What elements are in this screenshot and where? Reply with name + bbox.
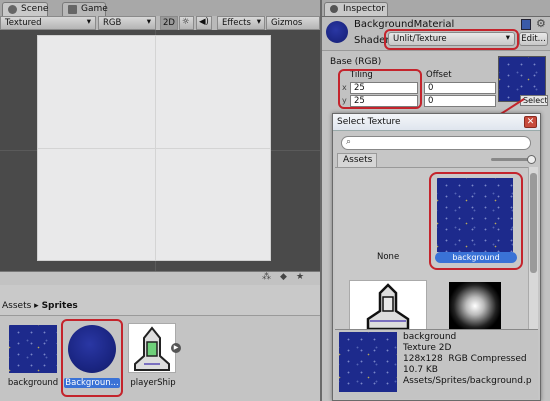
- background-quad[interactable]: [37, 35, 271, 261]
- play-circle-icon[interactable]: ▶: [171, 343, 181, 353]
- dropdown-arrow-icon: ▾: [256, 17, 261, 27]
- info-icon: [330, 5, 338, 13]
- shader-value: Unlit/Texture: [393, 34, 447, 44]
- details-name: background: [403, 332, 457, 342]
- tab-inspector-label: Inspector: [343, 4, 385, 14]
- help-book-icon[interactable]: [521, 19, 531, 30]
- audio-toggle[interactable]: ◀): [196, 16, 212, 30]
- close-icon[interactable]: ✕: [524, 116, 537, 128]
- asset-label-selected: Backgroun...: [64, 378, 120, 388]
- breadcrumb: Assets ▸ Sprites: [2, 301, 78, 311]
- window-title: Select Texture: [337, 117, 401, 127]
- quad-center-line-h: [38, 148, 270, 149]
- offset-label: Offset: [426, 70, 452, 80]
- material-preview-icon: [326, 21, 348, 43]
- breadcrumb-separator-icon: ▸: [34, 301, 42, 311]
- shader-dropdown[interactable]: Unlit/Texture ▾: [388, 32, 515, 46]
- ship-sprite-icon: [128, 323, 176, 373]
- scrollbar-thumb[interactable]: [530, 173, 537, 273]
- asset-item[interactable]: background: [8, 323, 58, 391]
- asset-item[interactable]: ▶ playerShip: [128, 323, 181, 391]
- game-icon: [68, 5, 77, 14]
- sun-icon: ☼: [182, 17, 190, 27]
- tab-inspector[interactable]: Inspector: [324, 2, 388, 16]
- edit-shader-button[interactable]: Edit...: [519, 32, 548, 46]
- details-size: 10.7 KB: [403, 365, 438, 375]
- scene-viewport[interactable]: [0, 30, 320, 271]
- texture-grid-scrollbar[interactable]: [528, 167, 538, 329]
- tiling-highlight: [338, 69, 422, 109]
- dropdown-arrow-icon: ▾: [505, 33, 510, 43]
- favorites-star-icon[interactable]: ★: [296, 272, 304, 282]
- select-texture-window: Select Texture ✕ ⌕ Assets None backgroun…: [332, 113, 541, 401]
- scene-icon: [8, 5, 17, 14]
- offset-x-field[interactable]: 0: [424, 82, 496, 94]
- gear-icon[interactable]: ⚙: [536, 17, 546, 30]
- project-asset-area: background Backgroun... ▶ playerShip: [0, 316, 320, 401]
- assets-tab-label: Assets: [343, 155, 373, 165]
- render-mode-dropdown[interactable]: Textured ▾: [0, 16, 96, 30]
- inspector-tabbar: Inspector: [322, 0, 550, 17]
- mode-2d-label: 2D: [163, 18, 175, 28]
- default-particle-thumbnail[interactable]: [449, 282, 501, 329]
- details-type: Texture 2D: [403, 343, 452, 353]
- gizmos-label: Gizmos: [271, 18, 303, 28]
- tab-scene-label: Scene: [21, 4, 49, 14]
- filter-by-label-icon[interactable]: ◆: [280, 272, 287, 282]
- lighting-toggle[interactable]: ☼: [179, 16, 194, 30]
- gizmos-dropdown[interactable]: Gizmos: [266, 16, 320, 30]
- tab-game-label: Game: [81, 4, 108, 14]
- render-mode-value: Textured: [5, 18, 42, 28]
- color-mode-value: RGB: [103, 18, 122, 28]
- project-toolbar-icons: ⁂ ◆ ★: [258, 272, 320, 284]
- details-path: Assets/Sprites/background.p: [403, 376, 532, 386]
- details-info: 128x128 RGB Compressed: [403, 354, 527, 364]
- effects-label: Effects: [222, 18, 251, 28]
- material-sphere-icon: [68, 325, 116, 373]
- asset-item[interactable]: Backgroun...: [64, 323, 120, 391]
- filter-by-type-icon[interactable]: ⁂: [262, 272, 271, 282]
- window-titlebar[interactable]: Select Texture ✕: [333, 114, 540, 131]
- zoom-slider-thumb[interactable]: [527, 155, 536, 164]
- details-texture-preview: [339, 332, 397, 392]
- quad-center-line-v: [155, 36, 156, 260]
- search-input[interactable]: ⌕: [341, 136, 531, 150]
- breadcrumb-assets[interactable]: Assets: [2, 301, 31, 311]
- effects-dropdown[interactable]: Effects ▾: [217, 16, 265, 30]
- zoom-slider[interactable]: [491, 155, 536, 164]
- dropdown-arrow-icon: ▾: [86, 17, 91, 27]
- texture-thumbnail-icon: [9, 325, 57, 373]
- project-breadcrumb-bar: Assets ▸ Sprites: [0, 285, 320, 316]
- texture-details-panel: background Texture 2D 128x128 RGB Compre…: [335, 329, 538, 399]
- color-mode-dropdown[interactable]: RGB ▾: [98, 16, 156, 30]
- tab-game[interactable]: Game: [62, 2, 108, 16]
- background-texture-thumbnail[interactable]: [437, 178, 513, 252]
- base-rgb-label: Base (RGB): [330, 57, 382, 67]
- mode-2d-toggle[interactable]: 2D: [160, 16, 178, 30]
- tab-scene[interactable]: Scene: [2, 2, 48, 16]
- search-icon: ⌕: [346, 137, 352, 147]
- scene-tabbar: Scene Game: [0, 0, 320, 17]
- dropdown-arrow-icon: ▾: [146, 17, 151, 27]
- selected-texture-label: background: [435, 252, 517, 263]
- texture-grid: None background: [335, 167, 528, 329]
- asset-label: playerShip: [130, 378, 176, 388]
- asset-label: background: [7, 378, 59, 388]
- assets-tab[interactable]: Assets: [337, 153, 377, 167]
- player-ship-thumbnail[interactable]: [349, 280, 427, 329]
- speaker-icon: ◀): [199, 17, 209, 27]
- none-label[interactable]: None: [377, 252, 399, 262]
- edit-button-label: Edit...: [521, 34, 546, 44]
- breadcrumb-sprites[interactable]: Sprites: [42, 301, 78, 311]
